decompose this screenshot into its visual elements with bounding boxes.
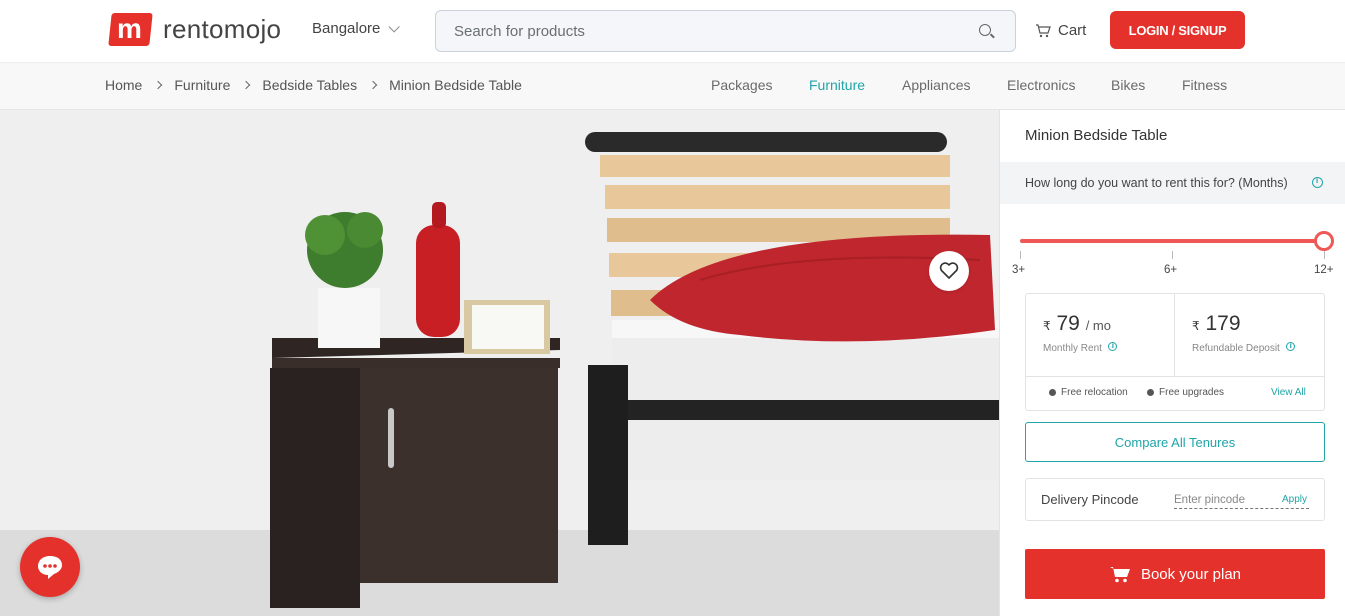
breadcrumb-bedside-tables[interactable]: Bedside Tables	[262, 77, 357, 93]
breadcrumb-current: Minion Bedside Table	[389, 77, 522, 93]
category-fitness[interactable]: Fitness	[1182, 77, 1227, 93]
info-icon[interactable]	[1107, 341, 1117, 351]
category-appliances[interactable]: Appliances	[902, 77, 971, 93]
deposit-value: ₹ 179	[1192, 312, 1241, 336]
logo-mark-letter: m	[117, 13, 142, 44]
feature-free-upgrades: Free upgrades	[1147, 387, 1224, 398]
cart-link[interactable]: Cart	[1035, 22, 1086, 39]
monthly-rent-label-text: Monthly Rent	[1043, 343, 1102, 354]
cart-icon	[1109, 567, 1130, 583]
deposit-label: Refundable Deposit	[1192, 341, 1295, 354]
tenure-question: How long do you want to rent this for? (…	[1025, 176, 1288, 190]
info-icon[interactable]	[1285, 341, 1295, 351]
chat-support-button[interactable]	[20, 537, 80, 597]
city-selector[interactable]: Bangalore	[312, 20, 401, 37]
tenure-option-6[interactable]: 6+	[1164, 264, 1177, 276]
monthly-rent-amount: 79	[1056, 312, 1080, 335]
price-summary: ₹ 79 / mo Monthly Rent ₹ 179 Refundable …	[1025, 293, 1325, 411]
search-bar	[435, 10, 1016, 52]
compare-all-tenures-button[interactable]: Compare All Tenures	[1025, 422, 1325, 462]
slider-tick	[1172, 251, 1173, 259]
feature-free-relocation: Free relocation	[1049, 387, 1128, 398]
breadcrumb: Home Furniture Bedside Tables Minion Bed…	[105, 77, 522, 93]
slider-tick	[1020, 251, 1021, 259]
product-panel: Minion Bedside Table How long do you wan…	[999, 110, 1345, 616]
category-furniture[interactable]: Furniture	[809, 77, 865, 93]
chevron-right-icon	[368, 80, 378, 90]
sub-navigation: Home Furniture Bedside Tables Minion Bed…	[0, 62, 1345, 110]
slider-tick	[1324, 251, 1325, 259]
rentomojo-logo[interactable]: m rentomojo	[108, 13, 282, 46]
tenure-option-12[interactable]: 12+	[1314, 264, 1334, 276]
breadcrumb-home[interactable]: Home	[105, 77, 142, 93]
divider	[1174, 294, 1175, 376]
product-image[interactable]	[0, 110, 999, 616]
cart-icon	[1036, 23, 1051, 37]
view-all-link[interactable]: View All	[1271, 387, 1306, 398]
city-label: Bangalore	[312, 20, 381, 37]
deposit-amount: 179	[1205, 312, 1241, 335]
tenure-question-bar: How long do you want to rent this for? (…	[1000, 162, 1345, 204]
bullet-icon	[1147, 389, 1154, 396]
chevron-right-icon	[242, 80, 251, 90]
search-input[interactable]	[454, 21, 954, 41]
heart-icon	[939, 262, 959, 279]
feature-label: Free upgrades	[1159, 387, 1225, 398]
rupee-symbol: ₹	[1192, 319, 1200, 333]
monthly-rent-label: Monthly Rent	[1043, 341, 1117, 354]
category-packages[interactable]: Packages	[711, 77, 772, 93]
book-your-plan-button[interactable]: Book your plan	[1025, 549, 1325, 599]
product-title: Minion Bedside Table	[1025, 127, 1168, 144]
chat-bubble-icon	[38, 556, 62, 579]
apply-pincode-button[interactable]: Apply	[1282, 494, 1307, 505]
header: m rentomojo Bangalore Cart LOGIN / SIGNU…	[0, 0, 1345, 62]
feature-label: Free relocation	[1061, 387, 1128, 398]
tenure-slider-handle[interactable]	[1314, 231, 1334, 251]
breadcrumb-furniture[interactable]: Furniture	[174, 77, 230, 93]
tenure-slider-track[interactable]	[1020, 239, 1325, 243]
pincode-label: Delivery Pincode	[1041, 492, 1139, 507]
delivery-pincode-box: Delivery Pincode Apply	[1025, 478, 1325, 521]
logo-mark: m	[108, 13, 153, 46]
rupee-symbol: ₹	[1043, 319, 1051, 333]
monthly-rent-value: ₹ 79 / mo	[1043, 312, 1111, 336]
category-electronics[interactable]: Electronics	[1007, 77, 1075, 93]
chevron-down-icon	[388, 20, 401, 33]
product-photo	[0, 110, 999, 616]
wishlist-heart-button[interactable]	[929, 251, 969, 291]
monthly-rent-unit: / mo	[1085, 318, 1111, 333]
deposit-label-text: Refundable Deposit	[1192, 343, 1280, 354]
category-bikes[interactable]: Bikes	[1111, 77, 1145, 93]
info-icon[interactable]	[1312, 176, 1323, 188]
cart-label: Cart	[1058, 22, 1087, 39]
search-icon[interactable]	[979, 24, 991, 36]
login-signup-button[interactable]: LOGIN / SIGNUP	[1110, 11, 1245, 49]
tenure-option-3[interactable]: 3+	[1012, 264, 1025, 276]
book-label: Book your plan	[1140, 565, 1242, 583]
chevron-right-icon	[154, 80, 163, 90]
logo-text: rentomojo	[163, 14, 282, 44]
bullet-icon	[1049, 389, 1056, 396]
divider	[1026, 376, 1324, 377]
